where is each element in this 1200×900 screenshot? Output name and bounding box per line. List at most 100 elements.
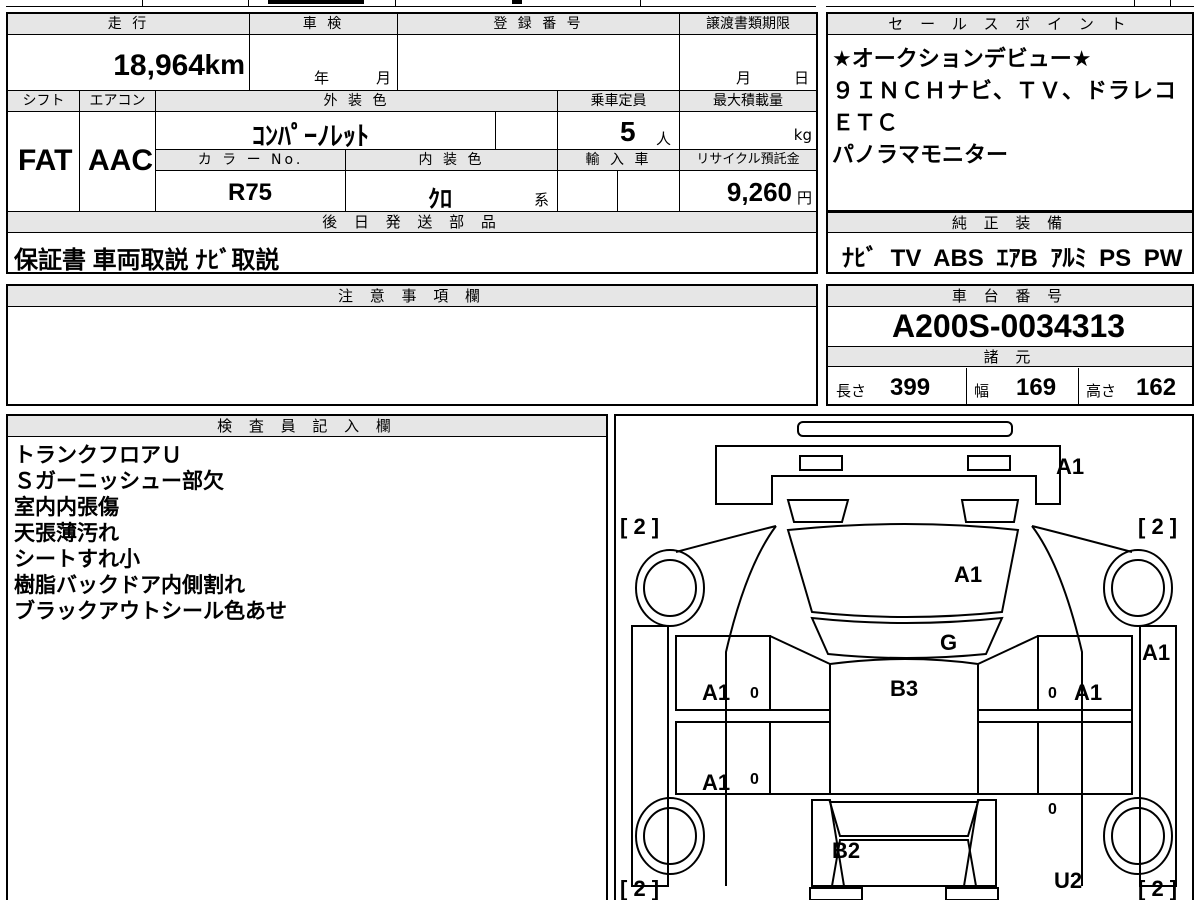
- mileage-unit: km: [204, 49, 245, 80]
- chassis-box: 車 台 番 号 A200S-0034313 諸 元 長さ 399 幅 169 高…: [826, 284, 1194, 406]
- ac-value: AAC: [88, 144, 153, 177]
- equipment-label: 純 正 装 備: [828, 212, 1192, 233]
- shift-label: シフト: [8, 91, 80, 112]
- later-parts-label: 後 日 発 送 部 品: [8, 212, 816, 233]
- capacity-unit: 人: [656, 130, 672, 148]
- wheel-rear-left: [635, 549, 705, 627]
- mark-zero: 0: [750, 685, 759, 702]
- height-label: 高さ: [1086, 382, 1117, 400]
- rear-bumper: [715, 445, 1061, 505]
- inspector-note: トランクフロアＵ: [14, 443, 182, 467]
- front-bumper: [809, 887, 863, 900]
- color-no-cell: R75: [156, 171, 346, 212]
- exterior-color-label: 外 装 色: [156, 91, 558, 112]
- exterior-extra-cell: [496, 112, 558, 150]
- shaken-year-unit: 年: [314, 69, 330, 87]
- wheel-rear-right-inner: [1111, 559, 1165, 617]
- max-load-label: 最大積載量: [680, 91, 816, 112]
- mark-left-rear-door: A1: [702, 680, 730, 705]
- capacity-label: 乗車定員: [558, 91, 680, 112]
- right-sill: [978, 709, 1133, 723]
- transfer-month-unit: 月: [736, 69, 752, 87]
- rear-light-right: [967, 455, 1011, 471]
- import-cell-b: [618, 171, 680, 212]
- damage-diagram-box: A1 A1 G B3 A1 A1 A1 A1 B2 U2 [ 2 ] [ 2 ]…: [614, 414, 1194, 900]
- transfer-cell: 月 日: [680, 35, 816, 91]
- notes-box: 注 意 事 項 欄: [6, 284, 818, 406]
- mark-roof: B3: [890, 676, 918, 701]
- sales-points-list: ★オークションデビュー★ ９ＩＮＣＨナビ、ＴＶ、ドラレコ ＥＴＣ パノラマモニタ…: [832, 44, 1177, 172]
- mark-zero: 0: [1048, 801, 1057, 818]
- mileage-cell: 18,964 km: [8, 35, 250, 91]
- rear-glass: [786, 523, 1020, 618]
- mark-rear-bumper: A1: [1056, 454, 1084, 479]
- capacity-value: 5: [620, 116, 636, 147]
- mileage-value: 18,964: [113, 49, 205, 82]
- equipment-box: 純 正 装 備 ﾅﾋﾞ TV ABS ｴｱB ｱﾙﾐ PS PW: [826, 212, 1194, 274]
- shaken-label: 車 検: [250, 14, 398, 35]
- notes-label: 注 意 事 項 欄: [8, 286, 816, 307]
- capacity-cell: 5 人: [558, 112, 680, 150]
- registration-label: 登 録 番 号: [398, 14, 680, 35]
- top-partial-strip: [0, 0, 1200, 8]
- wheel-front-right-inner: [1111, 807, 1165, 865]
- mileage-label: 走 行: [8, 14, 250, 35]
- transfer-day-unit: 日: [794, 69, 810, 87]
- body-right-side: [1031, 525, 1083, 886]
- max-load-cell: kg: [680, 112, 816, 150]
- mark-front-right: U2: [1054, 868, 1082, 893]
- ac-label: エアコン: [80, 91, 156, 112]
- color-no-label: カ ラ ー No.: [156, 150, 346, 171]
- interior-color-suffix: 系: [534, 191, 550, 209]
- mark-tyre-rear-left: [ 2 ]: [620, 514, 659, 539]
- mark-tyre-rear-right: [ 2 ]: [1138, 514, 1177, 539]
- shift-value: FAT: [18, 144, 73, 177]
- mark-hood: B2: [832, 838, 860, 863]
- sales-points-label: セ ー ル ス ポ イ ン ト: [828, 14, 1192, 35]
- chassis-number: A200S-0034313: [892, 308, 1126, 344]
- wheel-rear-right: [1103, 549, 1173, 627]
- exterior-color-value: ｺﾝﾊﾟｰﾉﾚｯﾄ: [252, 121, 370, 151]
- shaken-cell: 年 月: [250, 35, 398, 91]
- mark-backdoor: G: [940, 630, 957, 655]
- interior-color-cell: ｸﾛ 系: [346, 171, 558, 213]
- mark-rear-glass: A1: [954, 562, 982, 587]
- equipment-value: ﾅﾋﾞ TV ABS ｴｱB ｱﾙﾐ PS PW: [842, 245, 1183, 272]
- inspector-box: 検 査 員 記 入 欄 トランクフロアＵ Ｓガーニッシュー部欠 室内内張傷 天張…: [6, 414, 608, 900]
- ac-cell: AAC: [80, 112, 156, 212]
- rear-light-left: [799, 455, 843, 471]
- sales-point-line: ＥＴＣ: [832, 111, 899, 136]
- car-diagram: A1 A1 G B3 A1 A1 A1 A1 B2 U2 [ 2 ] [ 2 ]…: [620, 421, 1177, 900]
- wheel-front-right: [1103, 797, 1173, 875]
- mark-right-rear-door: A1: [1074, 680, 1102, 705]
- max-load-unit: kg: [793, 126, 812, 144]
- recycle-unit: 円: [796, 189, 812, 207]
- vehicle-info-table: 走 行 車 検 登 録 番 号 譲渡書類期限 18,964 km 年 月 月 日…: [6, 12, 818, 274]
- shift-cell: FAT: [8, 112, 80, 212]
- sales-points-box: セ ー ル ス ポ イ ン ト ★オークションデビュー★ ９ＩＮＣＨナビ、ＴＶ、…: [826, 12, 1194, 212]
- inspector-note: 室内内張傷: [14, 495, 119, 519]
- inspector-note: ブラックアウトシール色あせ: [14, 599, 287, 623]
- spec-label: 諸 元: [828, 346, 1192, 367]
- exterior-color-cell: ｺﾝﾊﾟｰﾉﾚｯﾄ: [156, 112, 496, 151]
- recycle-value: 9,260: [726, 177, 792, 207]
- import-cell-a: [558, 171, 618, 212]
- color-no-value: R75: [228, 179, 273, 206]
- interior-color-label: 内 装 色: [346, 150, 558, 171]
- rear-lamp-left: [786, 499, 850, 523]
- wheel-rear-left-inner: [643, 559, 697, 617]
- mark-zero: 0: [750, 771, 759, 788]
- mark-tyre-front-left: [ 2 ]: [620, 876, 659, 900]
- width-label: 幅: [974, 382, 990, 400]
- inspector-note: 天張薄汚れ: [14, 521, 119, 545]
- rear-lamp-right: [960, 499, 1020, 523]
- sales-point-line: ９ＩＮＣＨナビ、ＴＶ、ドラレコ: [832, 79, 1178, 104]
- body-left-side: [725, 525, 777, 886]
- width-value: 169: [1016, 374, 1057, 401]
- shaken-month-unit: 月: [376, 69, 392, 87]
- length-label: 長さ: [836, 382, 867, 400]
- inspector-note: 樹脂バックドア内側割れ: [14, 573, 245, 597]
- interior-color-value: ｸﾛ: [428, 186, 452, 213]
- inspector-note: Ｓガーニッシュー部欠: [14, 469, 224, 493]
- transfer-deadline-label: 譲渡書類期限: [680, 14, 816, 35]
